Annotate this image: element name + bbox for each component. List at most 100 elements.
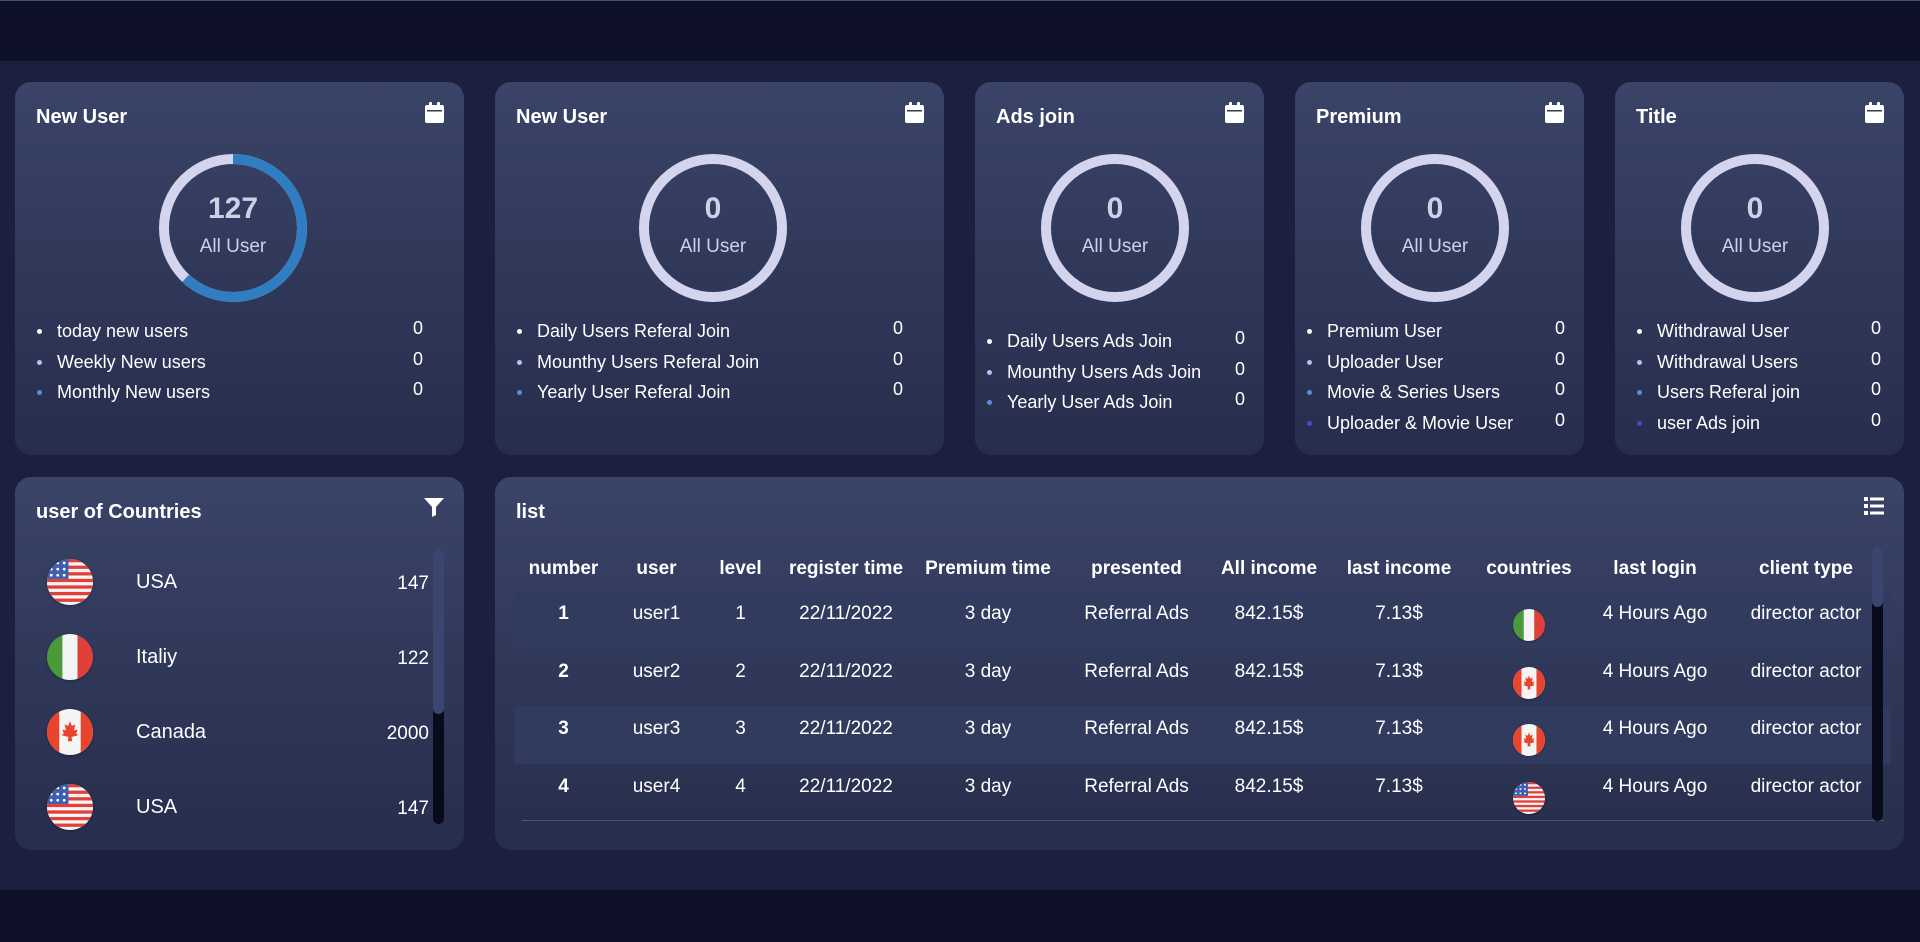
list-icon[interactable] [1864,497,1884,515]
country-row[interactable]: Canada 2000 [47,709,429,769]
ring-label: All User [1081,236,1149,257]
ring-track [1041,154,1189,302]
column-header[interactable]: countries [1469,547,1589,591]
cell-presented: Referral Ads [1084,775,1189,797]
stat-list-item: Daily Users Ads Join 0 [987,328,1257,362]
calendar-icon[interactable] [1865,102,1884,123]
countries-scrollbar[interactable] [433,549,444,824]
column-header[interactable]: All income [1209,547,1329,591]
calendar-icon[interactable] [1545,102,1564,123]
calendar-icon[interactable] [905,102,924,123]
bullet-dot [1307,329,1312,334]
bullet-dot [37,359,42,365]
stat-item-value: 0 [413,348,424,369]
bullet-dot [37,390,42,395]
cell-country [1469,706,1589,764]
ring-value: 0 [1106,192,1124,225]
country-name: USA [136,571,178,593]
column-header[interactable]: Premium time [912,547,1064,591]
cell-last-login: 4 Hours Ago [1589,591,1721,649]
country-row[interactable]: USA 147 [47,559,429,619]
stat-item-label: Mounthy Users Ads Join [1007,361,1202,382]
column-header[interactable]: last login [1589,547,1721,591]
cell-country [1469,764,1589,822]
cell-register: 22/11/2022 [780,706,912,764]
table-row[interactable]: 1 user1 1 22/11/2022 3 day Referral Ads 842.15… [515,591,1891,649]
column-header[interactable]: client type [1721,547,1891,591]
cell-all-income: 842.15$ [1209,706,1329,764]
stat-item-label: Daily Users Referal Join [537,321,731,341]
country-row[interactable]: Italiy 122 [47,634,429,694]
table-divider [522,820,1884,821]
total-users-ring: 0 All User [1677,150,1833,306]
stat-list: Withdrawal User 0 Withdrawal Users 0 Users R… [1637,318,1897,443]
stat-item-label: today new users [57,321,189,341]
stat-card-title: Title 0 All User Withdrawal User 0 Withdraw… [1615,82,1904,455]
table-row[interactable]: 2 user2 2 22/11/2022 3 day Referral Ads 842.15… [515,649,1891,707]
ring-value: 0 [1426,192,1444,225]
scrollbar-thumb[interactable] [1872,547,1883,607]
card-title: Ads join [996,106,1075,128]
usa-flag-icon [47,559,93,605]
stat-item-label: Premium User [1327,321,1443,341]
stat-item-value: 0 [1235,328,1246,348]
column-header[interactable]: number [515,547,612,591]
ring-value: 0 [704,192,722,225]
cell-last-login: 4 Hours Ago [1602,660,1708,682]
stat-list-item: Movie & Series Users 0 [1307,379,1577,413]
list-scrollbar[interactable] [1872,547,1883,821]
cell-last-income: 7.13$ [1329,706,1469,764]
ring-value: 127 [207,192,259,225]
bullet-dot [1637,359,1642,365]
bullet-dot [987,369,992,375]
stat-item-value: 0 [1555,348,1566,369]
stat-item-value: 0 [893,348,904,369]
column-header[interactable]: user [612,547,701,591]
country-count: 122 [397,648,429,669]
total-users-ring: 0 All User [1357,150,1513,306]
footer-bar [0,890,1920,942]
country-row[interactable]: USA 147 [47,784,429,844]
stat-item-label: Uploader & Movie User [1327,412,1514,433]
bullet-dot [37,329,42,334]
stat-list-item: Premium User 0 [1307,318,1577,352]
users-table: number user level register time Premium time… [515,547,1891,821]
cell-number: 2 [558,660,569,682]
stat-list-item: Uploader & Movie User 0 [1307,409,1577,444]
table-row[interactable]: 3 user3 3 22/11/2022 3 day Referral Ads 842.15… [515,706,1891,764]
column-header[interactable]: presented [1064,547,1209,591]
card-title: user of Countries [36,501,202,523]
stat-item-value: 0 [1555,409,1566,430]
country-name: USA [136,796,178,818]
column-header[interactable]: register time [780,547,912,591]
filter-icon[interactable] [424,497,444,517]
stat-list-item: Users Referal join 0 [1637,379,1897,413]
stat-item-value: 0 [413,379,424,399]
cell-premium: 3 day [912,591,1064,649]
ring-label: All User [199,236,267,257]
ring-label: All User [1721,236,1789,257]
stat-item-label: Weekly New users [57,351,206,372]
stat-item-label: Withdrawal Users [1657,351,1799,372]
stat-item-label: Monthly New users [57,382,211,402]
cell-register: 22/11/2022 [799,775,893,797]
column-header[interactable]: level [701,547,780,591]
calendar-icon[interactable] [1225,102,1244,123]
cell-client: director actor [1750,775,1862,797]
italy-flag-icon [47,634,93,680]
stat-item-label: Daily Users Ads Join [1007,331,1173,351]
scrollbar-thumb[interactable] [433,549,444,714]
cell-number: 1 [515,591,612,649]
cell-country [1469,591,1589,649]
card-title: Premium [1316,106,1402,128]
bullet-dot [517,390,522,395]
stat-item-label: Movie & Series Users [1327,382,1501,402]
usa-flag-icon [1513,781,1545,814]
table-row[interactable]: 4 user4 4 22/11/2022 3 day Referral Ads 842.15… [515,764,1891,822]
bullet-dot [1307,359,1312,365]
cell-country [1469,649,1589,707]
country-count: 147 [397,798,429,819]
total-users-ring: 0 All User [1037,150,1193,306]
calendar-icon[interactable] [425,102,444,123]
column-header[interactable]: last income [1329,547,1469,591]
